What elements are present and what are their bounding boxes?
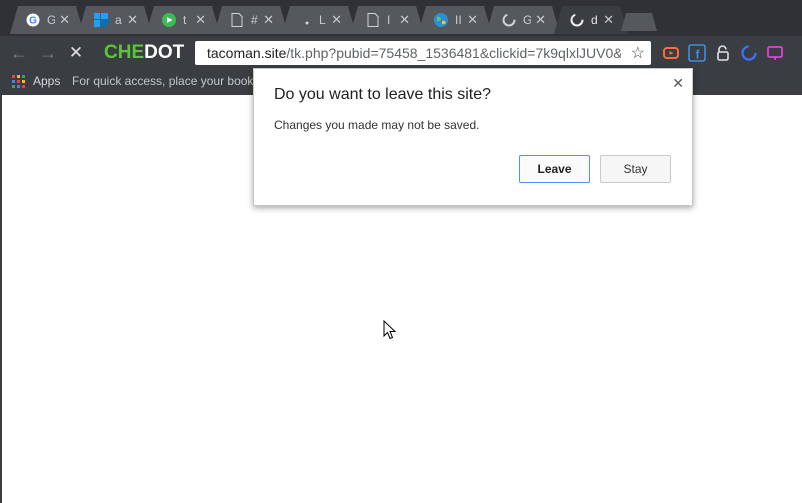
tab-strip: G G ✕ a ✕ t ✕ # ✕ L ✕ I ✕ II ✕ G ✕ d ✕ xyxy=(0,0,802,36)
close-tab-icon[interactable]: ✕ xyxy=(127,13,138,27)
bookmarks-hint-text: For quick access, place your bookm xyxy=(72,74,254,88)
close-tab-icon[interactable]: ✕ xyxy=(331,13,342,27)
close-tab-icon[interactable]: ✕ xyxy=(59,13,70,27)
facebook-icon[interactable]: f xyxy=(688,44,706,62)
video-extension-icon[interactable] xyxy=(662,44,680,62)
close-tab-icon[interactable]: ✕ xyxy=(603,13,614,27)
address-bar[interactable]: tacoman.site/tk.php?pubid=75458_1536481&… xyxy=(195,41,651,65)
svg-text:f: f xyxy=(696,48,701,62)
forward-arrow-icon[interactable]: → xyxy=(38,43,58,63)
new-tab-button[interactable] xyxy=(621,13,657,31)
tab-title: t xyxy=(183,13,187,27)
tab-title: G xyxy=(523,13,531,27)
close-tab-icon[interactable]: ✕ xyxy=(467,13,478,27)
tab-4[interactable]: # ✕ xyxy=(214,6,288,34)
tab-title: I xyxy=(387,13,391,27)
close-tab-icon[interactable]: ✕ xyxy=(399,13,410,27)
lock-extension-icon[interactable] xyxy=(714,44,732,62)
tab-6[interactable]: I ✕ xyxy=(350,6,424,34)
back-arrow-icon[interactable]: ← xyxy=(9,43,29,63)
tab-title: d xyxy=(591,13,598,27)
tab-3[interactable]: t ✕ xyxy=(146,6,220,34)
chedot-logo: CHEDOT xyxy=(104,42,185,63)
close-icon[interactable]: ✕ xyxy=(672,75,684,92)
play-icon xyxy=(162,13,176,27)
stop-loading-icon[interactable]: ✕ xyxy=(66,43,86,63)
dialog-message: Changes you made may not be saved. xyxy=(274,118,480,132)
blue-squares-icon xyxy=(94,13,108,27)
screen-extension-icon[interactable] xyxy=(766,44,784,62)
close-tab-icon[interactable]: ✕ xyxy=(263,13,274,27)
apps-grid-icon[interactable] xyxy=(12,75,26,89)
tab-1[interactable]: G G ✕ xyxy=(10,6,84,34)
spinner-icon xyxy=(570,13,584,27)
document-icon xyxy=(366,13,380,27)
tab-7[interactable]: II ✕ xyxy=(418,6,492,34)
document-icon xyxy=(230,13,244,27)
svg-text:G: G xyxy=(29,16,37,27)
tab-title: # xyxy=(251,13,258,27)
star-bookmark-icon[interactable]: ☆ xyxy=(631,43,645,63)
stay-button[interactable]: Stay xyxy=(600,155,671,183)
tab-8[interactable]: G ✕ xyxy=(486,6,560,34)
dot-icon xyxy=(298,13,312,27)
close-tab-icon[interactable]: ✕ xyxy=(195,13,206,27)
apps-link[interactable]: Apps xyxy=(33,74,60,88)
leave-button[interactable]: Leave xyxy=(519,155,590,183)
tab-2[interactable]: a ✕ xyxy=(78,6,152,34)
tab-5[interactable]: L ✕ xyxy=(282,6,356,34)
url-text[interactable]: tacoman.site/tk.php?pubid=75458_1536481&… xyxy=(207,45,621,61)
loading-ring-icon[interactable] xyxy=(740,44,758,62)
close-tab-icon[interactable]: ✕ xyxy=(535,13,546,27)
spinner-icon xyxy=(502,13,516,27)
google-icon: G xyxy=(26,13,40,27)
tab-title: G xyxy=(47,13,55,27)
mouse-cursor-icon xyxy=(383,319,397,340)
tab-title: L xyxy=(319,13,326,27)
globe-icon xyxy=(434,13,448,27)
leave-site-dialog: Do you want to leave this site? Changes … xyxy=(253,68,693,206)
tab-9-active[interactable]: d ✕ xyxy=(554,6,628,34)
tab-title: a xyxy=(115,13,122,27)
dialog-title: Do you want to leave this site? xyxy=(274,86,492,103)
tab-title: II xyxy=(455,13,462,27)
